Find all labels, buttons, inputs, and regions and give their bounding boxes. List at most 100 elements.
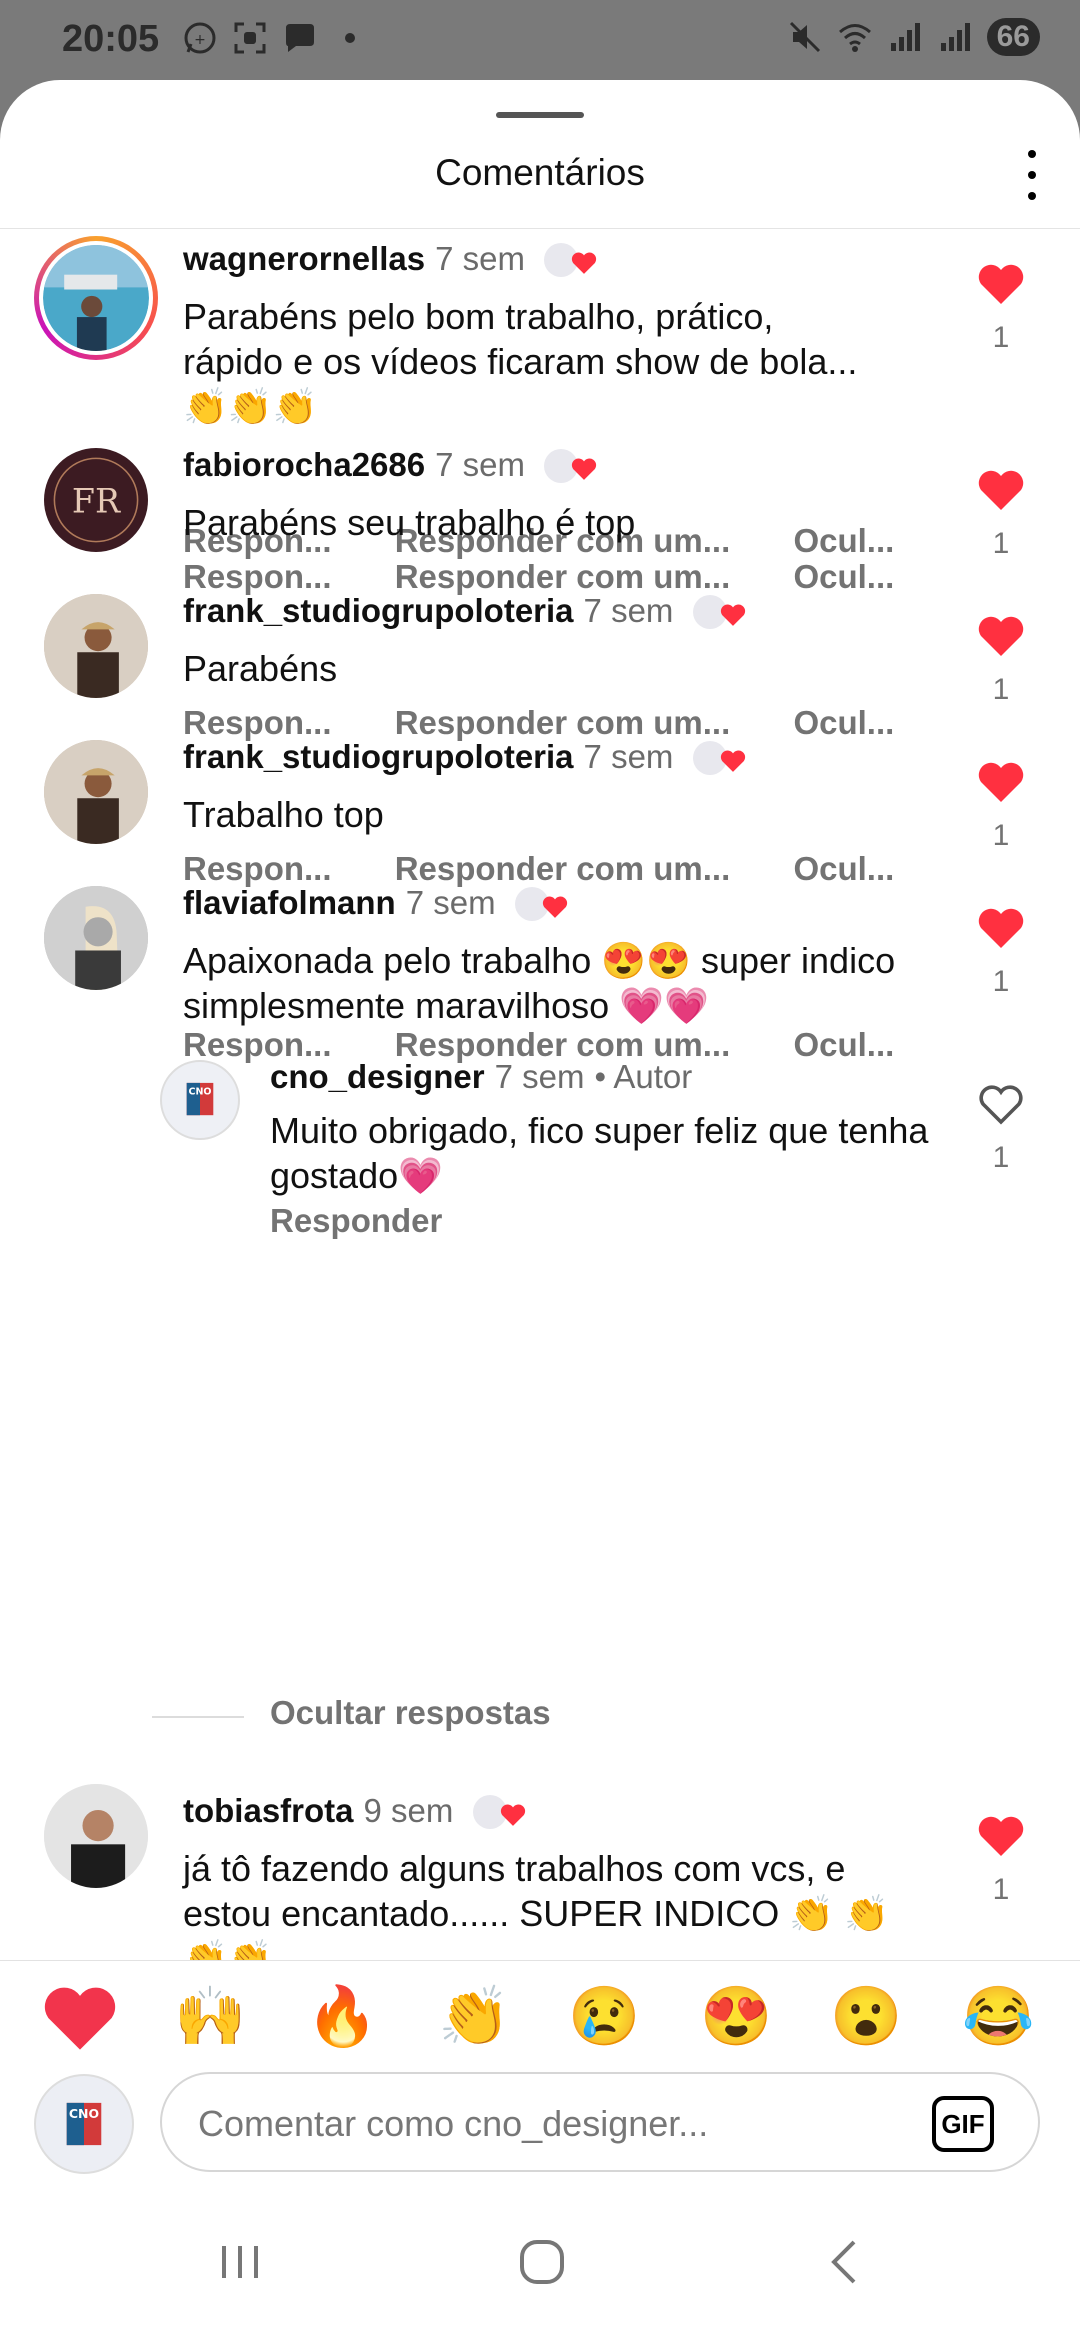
screenshot-icon [234, 22, 266, 54]
creator-liked-badge [544, 243, 600, 279]
heart-filled-icon [978, 762, 1024, 802]
status-left-icons: + [182, 20, 368, 56]
comment-username[interactable]: fabiorocha2686 7 sem [183, 446, 600, 485]
like-count: 1 [992, 1141, 1010, 1174]
heart-emoji-icon [44, 1987, 116, 2050]
creator-liked-badge [514, 887, 571, 923]
reply-item: CNO cno_designer 7 sem • Autor Muito obrig… [0, 1052, 1080, 1252]
back-icon[interactable] [816, 2232, 876, 2292]
comment-text: Parabéns [183, 648, 338, 689]
reply-time: 7 sem [494, 1058, 585, 1095]
replies-divider [152, 1716, 244, 1718]
heart-filled-icon [978, 616, 1024, 656]
page-title: Comentários [435, 152, 645, 193]
comment-input[interactable] [198, 2094, 918, 2154]
system-nav-bar [0, 2180, 1080, 2340]
comment-item: flaviafolmann 7 sem Apaixonada pelo traba… [0, 876, 1080, 1076]
heart-outline-icon [979, 1085, 1023, 1125]
comment-time: 7 sem [583, 738, 674, 775]
comment-username[interactable]: flaviafolmann 7 sem [183, 884, 571, 923]
svg-text:FR: FR [72, 481, 121, 520]
like-button[interactable]: 1 [971, 906, 1031, 999]
like-button[interactable]: 1 [971, 1814, 1031, 1907]
creator-liked-badge [692, 595, 749, 631]
reply-actions: Responder [270, 1202, 442, 1240]
avatar[interactable] [44, 740, 148, 844]
like-button[interactable]: 1 [971, 760, 1031, 853]
comment-time: 7 sem [435, 446, 525, 483]
drag-handle[interactable] [496, 112, 584, 118]
comment-username[interactable]: wagnerornellas 7 sem [183, 240, 600, 279]
comment-time: 7 sem [583, 592, 674, 629]
reaction-clap[interactable]: 👏 [438, 1983, 514, 2059]
like-button[interactable]: 1 [971, 468, 1031, 561]
like-button[interactable]: 1 [971, 262, 1031, 355]
like-button[interactable]: 1 [971, 614, 1031, 707]
recent-apps-icon[interactable] [210, 2232, 270, 2292]
comment-username[interactable]: tobiasfrota 9 sem [183, 1792, 529, 1831]
hide-replies-button[interactable]: Ocultar respostas [270, 1694, 551, 1732]
reaction-laughing[interactable]: 😂 [962, 1983, 1038, 2059]
avatar[interactable] [44, 1784, 148, 1888]
creator-liked-badge [692, 741, 749, 777]
reply-username[interactable]: cno_designer 7 sem • Autor [270, 1058, 692, 1096]
comment-text: Parabéns seu trabalho é top [183, 502, 636, 543]
svg-text:CNO: CNO [69, 2106, 99, 2121]
header-divider [0, 228, 1080, 229]
avatar[interactable] [44, 886, 148, 990]
like-count: 1 [992, 819, 1010, 852]
avatar[interactable]: CNO [160, 1060, 240, 1140]
reaction-fire[interactable]: 🔥 [306, 1983, 382, 2059]
dot-icon [345, 33, 355, 43]
heart-filled-icon [978, 470, 1024, 510]
comment-item: wagnerornellas 7 sem Parabéns pelo bom tr… [0, 232, 1080, 559]
mute-icon [789, 21, 820, 53]
comment-time: 7 sem [435, 240, 525, 277]
more-options-icon[interactable] [1022, 150, 1042, 200]
avatar[interactable]: FR [44, 448, 148, 552]
reply-button[interactable]: Responder [270, 1202, 442, 1240]
comment-input-container: GIF [160, 2072, 1040, 2172]
heart-filled-icon [978, 908, 1024, 948]
current-user-avatar: CNO [34, 2074, 134, 2174]
wifi-icon [838, 24, 871, 52]
avatar[interactable] [34, 236, 158, 360]
signal-icon [940, 23, 970, 51]
reaction-crying[interactable]: 😢 [568, 1983, 644, 2059]
quick-reactions-bar: 🙌 🔥 👏 😢 😍 😮 😂 [0, 1960, 1080, 2060]
comment-text: já tô fazendo alguns trabalhos com vcs, … [183, 1848, 889, 1960]
gif-button[interactable]: GIF [932, 2096, 994, 2152]
heart-filled-icon [978, 264, 1024, 304]
reaction-heart-eyes[interactable]: 😍 [700, 1983, 776, 2059]
avatar[interactable] [44, 594, 148, 698]
status-bar: 20:05 + 66 [0, 0, 1080, 80]
comment-text: Trabalho top [183, 794, 384, 835]
like-count: 1 [992, 321, 1010, 354]
creator-liked-badge [472, 1795, 529, 1831]
comment-text: Parabéns pelo bom trabalho, prático, ráp… [183, 296, 858, 427]
like-count: 1 [992, 527, 1010, 560]
comment-time: 7 sem [405, 884, 496, 921]
status-right-icons: 66 [787, 18, 1040, 56]
like-count: 1 [992, 673, 1010, 706]
comment-item: tobiasfrota 9 sem já tô fazendo alguns tr… [0, 1784, 1080, 1960]
home-icon[interactable] [512, 2232, 572, 2292]
reaction-surprised[interactable]: 😮 [830, 1983, 906, 2059]
svg-text:+: + [194, 32, 206, 48]
whatsapp-icon: + [184, 22, 216, 54]
like-button[interactable]: 1 [971, 1082, 1031, 1175]
comment-item: FR fabiorocha2686 7 sem Parabéns seu trab… [0, 438, 1080, 595]
comment-username[interactable]: frank_studiogrupoloteria 7 sem [183, 592, 749, 631]
reaction-heart[interactable] [42, 1983, 118, 2059]
chat-icon [286, 24, 314, 52]
like-count: 1 [992, 1873, 1010, 1906]
comment-item: frank_studiogrupoloteria 7 sem Parabéns R… [0, 584, 1080, 741]
comment-username[interactable]: frank_studiogrupoloteria 7 sem [183, 738, 749, 777]
creator-liked-badge [544, 449, 600, 485]
signal-icon [890, 23, 920, 51]
author-tag: • Autor [594, 1058, 693, 1095]
reaction-raising-hands[interactable]: 🙌 [174, 1983, 250, 2059]
like-count: 1 [992, 965, 1010, 998]
battery-indicator: 66 [986, 18, 1040, 56]
reply-text: Muito obrigado, fico super feliz que ten… [270, 1110, 929, 1196]
